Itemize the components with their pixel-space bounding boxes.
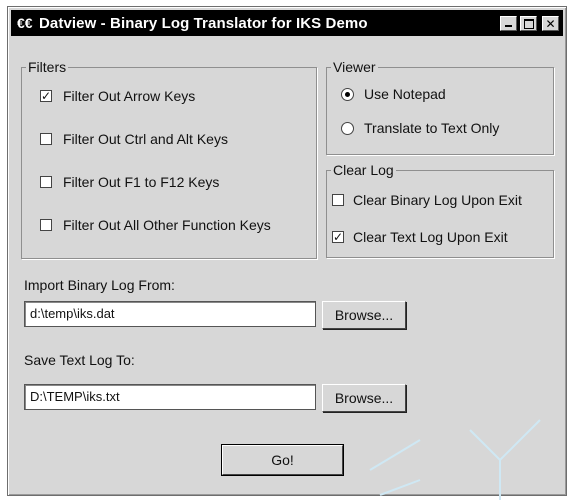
checkbox-box[interactable] <box>40 133 52 145</box>
radio-label: Use Notepad <box>364 86 446 102</box>
viewer-group: Viewer <box>326 59 554 155</box>
clear-log-group-title: Clear Log <box>333 162 394 178</box>
title-bar[interactable]: €€ Datview - Binary Log Translator for I… <box>11 10 563 36</box>
translate-text-only-radio[interactable]: Translate to Text Only <box>341 120 499 136</box>
filters-group-title: Filters <box>28 59 67 75</box>
filter-other-function-keys-checkbox[interactable]: Filter Out All Other Function Keys <box>40 217 271 233</box>
checkbox-label: Filter Out Arrow Keys <box>63 88 196 104</box>
checkbox-box[interactable] <box>40 176 52 188</box>
checkbox-box[interactable] <box>40 219 52 231</box>
save-browse-button[interactable]: Browse... <box>322 384 406 412</box>
use-notepad-radio[interactable]: Use Notepad <box>341 86 446 102</box>
viewer-group-title: Viewer <box>333 59 376 75</box>
filter-ctrl-alt-keys-checkbox[interactable]: Filter Out Ctrl and Alt Keys <box>40 131 228 147</box>
close-button[interactable]: ✕ <box>542 15 559 31</box>
go-button[interactable]: Go! <box>221 444 344 476</box>
import-browse-button[interactable]: Browse... <box>322 301 406 329</box>
filter-f1-f12-keys-checkbox[interactable]: Filter Out F1 to F12 Keys <box>40 174 219 190</box>
clear-binary-log-checkbox[interactable]: Clear Binary Log Upon Exit <box>332 192 522 208</box>
checkbox-label: Clear Text Log Upon Exit <box>353 229 508 245</box>
app-icon: €€ <box>17 15 33 31</box>
checkbox-box[interactable]: ✓ <box>332 231 344 243</box>
maximize-button[interactable] <box>520 15 537 31</box>
checkbox-label: Clear Binary Log Upon Exit <box>353 192 522 208</box>
checkbox-label: Filter Out Ctrl and Alt Keys <box>63 131 228 147</box>
save-path-input[interactable]: D:\TEMP\iks.txt <box>24 384 316 410</box>
main-window: €€ Datview - Binary Log Translator for I… <box>7 6 567 496</box>
checkbox-label: Filter Out All Other Function Keys <box>63 217 271 233</box>
checkbox-label: Filter Out F1 to F12 Keys <box>63 174 220 190</box>
radio-dot[interactable] <box>341 87 354 101</box>
import-label: Import Binary Log From: <box>24 277 175 293</box>
save-label: Save Text Log To: <box>24 352 135 368</box>
window-title: Datview - Binary Log Translator for IKS … <box>39 14 368 32</box>
clear-text-log-checkbox[interactable]: ✓ Clear Text Log Upon Exit <box>332 229 508 245</box>
filter-arrow-keys-checkbox[interactable]: ✓ Filter Out Arrow Keys <box>40 88 195 104</box>
minimize-button[interactable] <box>500 15 517 31</box>
radio-label: Translate to Text Only <box>364 120 500 136</box>
radio-dot[interactable] <box>341 121 354 135</box>
checkbox-box[interactable]: ✓ <box>40 90 52 102</box>
checkbox-box[interactable] <box>332 194 344 206</box>
import-path-input[interactable]: d:\temp\iks.dat <box>24 301 316 327</box>
